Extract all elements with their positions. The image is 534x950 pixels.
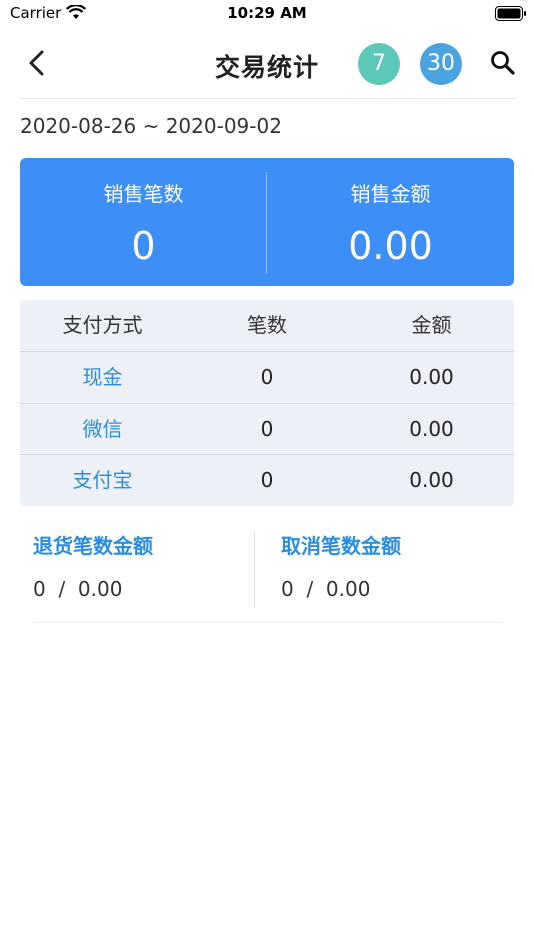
sales-amount-value: 0.00 <box>348 224 433 268</box>
table-cell-count: 0 <box>260 468 274 492</box>
status-bar: Carrier 10:29 AM <box>0 0 534 28</box>
table-cell-amount: 0.00 <box>409 468 454 492</box>
sales-count-label: 销售笔数 <box>103 182 184 206</box>
refund-count: 0 <box>33 577 46 601</box>
cancel-title[interactable]: 取消笔数金额 <box>281 530 511 559</box>
status-time: 10:29 AM <box>227 4 307 22</box>
nav-divider <box>20 98 516 99</box>
table-cell-amount: 0.00 <box>409 365 454 389</box>
sales-amount-panel: 销售金额 0.00 <box>267 158 514 286</box>
refund-amount: 0.00 <box>77 577 123 601</box>
table-row: 微信 0 0.00 <box>20 404 514 455</box>
search-button[interactable] <box>488 48 518 78</box>
payment-method-cash[interactable]: 现金 <box>20 352 185 403</box>
battery-icon <box>495 6 527 21</box>
column-header-count: 笔数 <box>247 313 287 337</box>
refund-title[interactable]: 退货笔数金额 <box>33 530 253 559</box>
last-30-days-button[interactable]: 30 <box>420 43 462 85</box>
sales-count-value: 0 <box>131 224 156 268</box>
section-divider <box>33 622 503 623</box>
table-header: 支付方式 笔数 金额 <box>20 300 514 351</box>
last-7-days-button[interactable]: 7 <box>358 43 400 85</box>
nav-bar: 交易统计 7 30 <box>0 36 534 92</box>
table-row: 现金 0 0.00 <box>20 352 514 403</box>
search-icon <box>491 51 515 75</box>
cancel-count: 0 <box>281 577 294 601</box>
table-cell-count: 0 <box>260 365 274 389</box>
date-range[interactable]: 2020-08-26 ~ 2020-09-02 <box>20 114 282 138</box>
sales-summary-card: 销售笔数 0 销售金额 0.00 <box>20 158 514 286</box>
table-cell-amount: 0.00 <box>409 417 454 441</box>
column-header-amount: 金额 <box>411 313 452 337</box>
payment-method-table: 支付方式 笔数 金额 现金 0 0.00 微信 0 0.00 支付宝 0 0.0… <box>20 300 514 506</box>
cancel-values: 0 / 0.00 <box>281 577 371 601</box>
table-cell-count: 0 <box>260 417 274 441</box>
payment-method-wechat[interactable]: 微信 <box>20 404 185 455</box>
refund-summary: 退货笔数金额 0 / 0.00 <box>33 530 253 610</box>
payment-method-alipay[interactable]: 支付宝 <box>20 455 185 506</box>
sales-amount-label: 销售金额 <box>350 182 431 206</box>
refund-values: 0 / 0.00 <box>33 577 123 601</box>
table-row: 支付宝 0 0.00 <box>20 455 514 506</box>
column-header-method: 支付方式 <box>62 313 143 337</box>
cancel-summary: 取消笔数金额 0 / 0.00 <box>281 530 511 610</box>
refund-cancel-divider <box>254 532 255 608</box>
sales-count-panel: 销售笔数 0 <box>20 158 267 286</box>
cancel-amount: 0.00 <box>325 577 371 601</box>
